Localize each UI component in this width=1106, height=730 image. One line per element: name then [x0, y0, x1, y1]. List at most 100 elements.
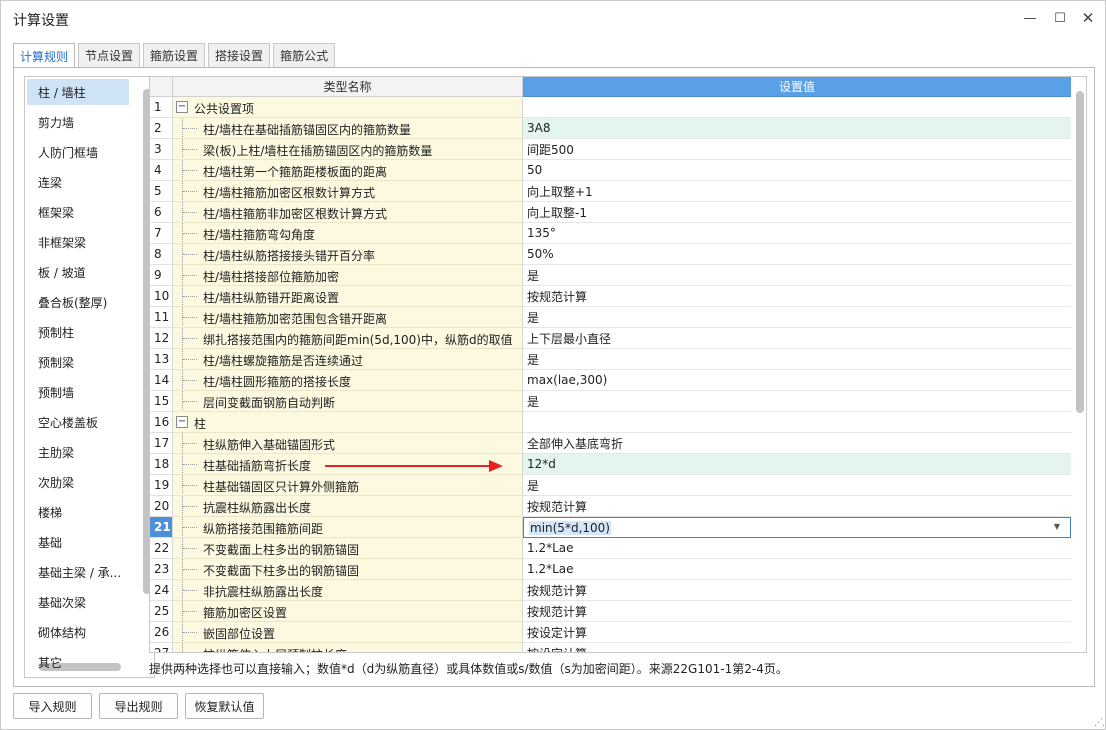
- setting-value-cell[interactable]: 间距500: [523, 139, 1071, 160]
- collapse-icon[interactable]: −: [176, 416, 188, 428]
- type-name-cell: 柱/墙柱纵筋错开距离设置: [173, 286, 523, 307]
- table-row[interactable]: 26 嵌固部位设置 按设定计算: [150, 622, 1071, 643]
- sidebar-item[interactable]: 其它: [27, 649, 129, 675]
- type-name-cell: 柱/墙柱箍筋非加密区根数计算方式: [173, 202, 523, 223]
- table-row[interactable]: 7 柱/墙柱箍筋弯勾角度 135°: [150, 223, 1071, 244]
- minimize-icon[interactable]: —: [1019, 7, 1041, 29]
- tab-stirrup-formula[interactable]: 箍筋公式: [273, 43, 336, 67]
- tab-stirrup-settings[interactable]: 箍筋设置: [143, 43, 206, 67]
- setting-value-cell[interactable]: 是: [523, 475, 1071, 496]
- table-row[interactable]: 21 纵筋搭接范围箍筋间距 min(5*d,100) ▼: [150, 517, 1071, 538]
- group-name-cell: − 柱: [173, 412, 523, 433]
- setting-value-cell[interactable]: 按设定计算: [523, 622, 1071, 643]
- sidebar-item[interactable]: 楼梯: [27, 499, 129, 525]
- row-number: 5: [150, 181, 173, 202]
- sidebar-item[interactable]: 板 / 坡道: [27, 259, 129, 285]
- tab-node-settings[interactable]: 节点设置: [78, 43, 141, 67]
- table-row[interactable]: 23 不变截面下柱多出的钢筋锚固 1.2*Lae: [150, 559, 1071, 580]
- setting-value-cell[interactable]: 1.2*Lae: [523, 559, 1071, 580]
- sidebar-item[interactable]: 预制柱: [27, 319, 129, 345]
- sidebar-item[interactable]: 柱 / 墙柱: [27, 79, 129, 105]
- sidebar-item[interactable]: 主肋梁: [27, 439, 129, 465]
- sidebar-item[interactable]: 叠合板(整厚): [27, 289, 129, 315]
- table-row[interactable]: 24 非抗震柱纵筋露出长度 按规范计算: [150, 580, 1071, 601]
- sidebar-item[interactable]: 预制梁: [27, 349, 129, 375]
- setting-value-cell[interactable]: 向上取整+1: [523, 181, 1071, 202]
- sidebar-item[interactable]: 砌体结构: [27, 619, 129, 645]
- table-row[interactable]: 27 柱纵筋伸入上层预制柱长度 按设定计算: [150, 643, 1071, 652]
- sidebar-item[interactable]: 人防门框墙: [27, 139, 129, 165]
- table-row[interactable]: 18 柱基础插筋弯折长度 12*d: [150, 454, 1071, 475]
- header-type-name: 类型名称: [173, 77, 523, 97]
- settings-grid-vertical-scrollbar[interactable]: [1076, 91, 1084, 413]
- sidebar-item[interactable]: 次肋梁: [27, 469, 129, 495]
- table-row[interactable]: 12 绑扎搭接范围内的箍筋间距min(5d,100)中，纵筋d的取值 上下层最小直径: [150, 328, 1071, 349]
- setting-value-cell[interactable]: 上下层最小直径: [523, 328, 1071, 349]
- table-row[interactable]: 14 柱/墙柱圆形箍筋的搭接长度 max(lae,300): [150, 370, 1071, 391]
- setting-value-cell[interactable]: max(lae,300): [523, 370, 1071, 391]
- sidebar-item[interactable]: 基础: [27, 529, 129, 555]
- setting-value-cell[interactable]: 按规范计算: [523, 580, 1071, 601]
- maximize-icon[interactable]: ☐: [1049, 7, 1071, 29]
- table-row[interactable]: 25 箍筋加密区设置 按规范计算: [150, 601, 1071, 622]
- table-row[interactable]: 2 柱/墙柱在基础插筋锚固区内的箍筋数量 3A8: [150, 118, 1071, 139]
- table-row[interactable]: 16− 柱: [150, 412, 1071, 433]
- table-row[interactable]: 13 柱/墙柱螺旋箍筋是否连续通过 是: [150, 349, 1071, 370]
- restore-defaults-button[interactable]: 恢复默认值: [185, 693, 264, 719]
- table-row[interactable]: 20 抗震柱纵筋露出长度 按规范计算: [150, 496, 1071, 517]
- table-row[interactable]: 17 柱纵筋伸入基础锚固形式 全部伸入基底弯折: [150, 433, 1071, 454]
- sidebar-item[interactable]: 空心楼盖板: [27, 409, 129, 435]
- sidebar-item[interactable]: 基础主梁 / 承...: [27, 559, 129, 585]
- type-name-label: 柱/墙柱箍筋非加密区根数计算方式: [203, 207, 388, 221]
- table-row[interactable]: 10 柱/墙柱纵筋错开距离设置 按规范计算: [150, 286, 1071, 307]
- export-rules-button[interactable]: 导出规则: [99, 693, 178, 719]
- type-name-label: 柱/墙柱螺旋箍筋是否连续通过: [203, 354, 364, 368]
- setting-value-cell[interactable]: 按规范计算: [523, 601, 1071, 622]
- tab-lap-settings[interactable]: 搭接设置: [208, 43, 271, 67]
- tree-branch: [183, 506, 197, 507]
- table-row[interactable]: 19 柱基础锚固区只计算外侧箍筋 是: [150, 475, 1071, 496]
- table-row[interactable]: 22 不变截面上柱多出的钢筋锚固 1.2*Lae: [150, 538, 1071, 559]
- setting-value-cell[interactable]: 是: [523, 265, 1071, 286]
- collapse-icon[interactable]: −: [176, 101, 188, 113]
- sidebar-item[interactable]: 连梁: [27, 169, 129, 195]
- close-icon[interactable]: ✕: [1077, 7, 1099, 29]
- setting-value-cell[interactable]: 是: [523, 391, 1071, 412]
- sidebar-item[interactable]: 剪力墙: [27, 109, 129, 135]
- setting-value-cell[interactable]: 135°: [523, 223, 1071, 244]
- table-row[interactable]: 9 柱/墙柱搭接部位箍筋加密 是: [150, 265, 1071, 286]
- table-row[interactable]: 5 柱/墙柱箍筋加密区根数计算方式 向上取整+1: [150, 181, 1071, 202]
- table-row[interactable]: 11 柱/墙柱箍筋加密范围包含错开距离 是: [150, 307, 1071, 328]
- table-row[interactable]: 15 层间变截面钢筋自动判断 是: [150, 391, 1071, 412]
- table-row[interactable]: 3 梁(板)上柱/墙柱在插筋锚固区内的箍筋数量 间距500: [150, 139, 1071, 160]
- dropdown-arrow-icon[interactable]: ▼: [1054, 522, 1060, 531]
- type-name-cell: 层间变截面钢筋自动判断: [173, 391, 523, 412]
- setting-value-cell[interactable]: 全部伸入基底弯折: [523, 433, 1071, 454]
- sidebar-item[interactable]: 非框架梁: [27, 229, 129, 255]
- sidebar-item[interactable]: 框架梁: [27, 199, 129, 225]
- setting-value-cell[interactable]: 是: [523, 349, 1071, 370]
- tree-branch: [183, 380, 197, 381]
- tab-calc-rules[interactable]: 计算规则: [13, 43, 76, 68]
- type-name-label: 纵筋搭接范围箍筋间距: [203, 522, 324, 536]
- setting-value-dropdown[interactable]: min(5*d,100) ▼: [523, 517, 1071, 538]
- table-row[interactable]: 6 柱/墙柱箍筋非加密区根数计算方式 向上取整-1: [150, 202, 1071, 223]
- setting-value-cell[interactable]: 1.2*Lae: [523, 538, 1071, 559]
- table-row[interactable]: 1− 公共设置项: [150, 97, 1071, 118]
- setting-value-cell[interactable]: 50: [523, 160, 1071, 181]
- resize-grip-icon[interactable]: ⋰⋰: [1094, 718, 1106, 728]
- sidebar-item[interactable]: 预制墙: [27, 379, 129, 405]
- setting-value-cell[interactable]: 向上取整-1: [523, 202, 1071, 223]
- import-rules-button[interactable]: 导入规则: [13, 693, 92, 719]
- row-number: 4: [150, 160, 173, 181]
- setting-value-cell[interactable]: 按设定计算: [523, 643, 1071, 652]
- table-row[interactable]: 4 柱/墙柱第一个箍筋距楼板面的距离 50: [150, 160, 1071, 181]
- setting-value-cell[interactable]: 按规范计算: [523, 286, 1071, 307]
- sidebar-item[interactable]: 基础次梁: [27, 589, 129, 615]
- setting-value-cell[interactable]: 3A8: [523, 118, 1071, 139]
- table-row[interactable]: 8 柱/墙柱纵筋搭接接头错开百分率 50%: [150, 244, 1071, 265]
- setting-value-cell[interactable]: 是: [523, 307, 1071, 328]
- setting-value-cell[interactable]: 12*d: [523, 454, 1071, 475]
- setting-value-cell[interactable]: 按规范计算: [523, 496, 1071, 517]
- setting-value-cell[interactable]: 50%: [523, 244, 1071, 265]
